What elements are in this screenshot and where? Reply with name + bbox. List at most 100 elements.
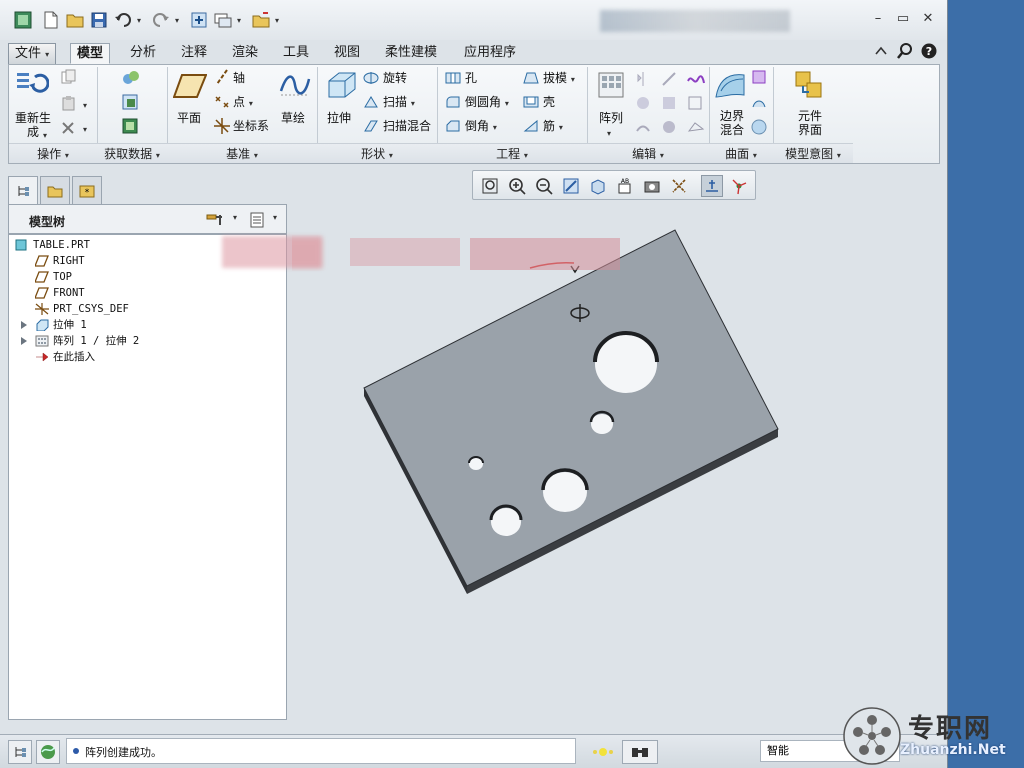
user-defined-feature-icon[interactable] — [121, 69, 141, 87]
show-browser-icon[interactable] — [36, 740, 60, 764]
extend-icon[interactable] — [661, 71, 677, 87]
axis-button[interactable]: 轴 — [233, 71, 245, 85]
regenerate-dropdown[interactable]: ▾ — [43, 127, 47, 143]
revolve-icon[interactable] — [363, 71, 379, 85]
windows-dropdown-icon[interactable]: ▾ — [234, 9, 244, 31]
tree-item-csys[interactable]: PRT_CSYS_DEF — [35, 301, 275, 317]
group-get-data[interactable]: 获取数据 ▾ — [97, 143, 167, 163]
tab-view[interactable]: 视图 — [328, 43, 366, 64]
show-options-dropdown[interactable]: ▾ — [273, 213, 277, 222]
group-shapes[interactable]: 形状 ▾ — [317, 143, 437, 163]
zoom-in-icon[interactable] — [506, 175, 528, 197]
delete-icon[interactable] — [61, 121, 75, 135]
saved-orientations-icon[interactable]: AB — [614, 175, 636, 197]
tab-flexible-modeling[interactable]: 柔性建模 — [379, 43, 443, 64]
csys-icon[interactable] — [213, 117, 231, 135]
group-model-intent[interactable]: 模型意图 ▾ — [773, 143, 853, 163]
pattern-dropdown[interactable]: ▾ — [607, 125, 611, 141]
point-icon[interactable] — [213, 93, 231, 111]
group-editing[interactable]: 编辑 ▾ — [587, 143, 709, 163]
shell-icon[interactable] — [523, 95, 539, 109]
tab-applications[interactable]: 应用程序 — [458, 43, 522, 64]
tree-item-extrude-1[interactable]: 拉伸 1 — [21, 317, 275, 333]
boundary-blend-button[interactable]: 边界 混合 — [715, 109, 749, 137]
group-operations[interactable]: 操作 ▾ — [9, 143, 97, 163]
refit-icon[interactable] — [479, 175, 501, 197]
pattern-icon[interactable] — [597, 71, 625, 99]
draft-button[interactable]: 拔模 ▾ — [543, 71, 575, 87]
chamfer-button[interactable]: 倒角 ▾ — [465, 119, 497, 135]
draft-icon[interactable] — [523, 71, 539, 85]
csys-button[interactable]: 坐标系 — [233, 119, 269, 133]
rib-icon[interactable] — [523, 119, 539, 133]
shrinkwrap-icon[interactable] — [121, 117, 141, 135]
tree-item-pattern-1[interactable]: 阵列 1 / 拉伸 2 — [21, 333, 275, 349]
extrude-button[interactable]: 拉伸 — [327, 111, 351, 125]
folder-browser-tab[interactable] — [40, 176, 70, 204]
datum-display-filters-icon[interactable] — [668, 175, 690, 197]
expand-arrow-icon[interactable] — [21, 321, 27, 329]
tab-render[interactable]: 渲染 — [226, 43, 264, 64]
redo-icon[interactable] — [150, 9, 172, 31]
open-file-icon[interactable] — [64, 9, 86, 31]
delete-dropdown[interactable]: ▾ — [83, 121, 87, 137]
fill-icon[interactable] — [751, 69, 767, 85]
regeneration-status-icon[interactable] — [590, 745, 616, 762]
tab-tools[interactable]: 工具 — [277, 43, 315, 64]
shell-button[interactable]: 壳 — [543, 95, 555, 109]
extrude-icon[interactable] — [325, 69, 359, 101]
new-file-icon[interactable] — [40, 9, 62, 31]
pattern-button[interactable]: 阵列 — [599, 111, 623, 125]
round-button[interactable]: 倒圆角 ▾ — [465, 95, 509, 111]
search-icon[interactable] — [896, 42, 914, 60]
thicken-icon[interactable] — [635, 119, 651, 135]
model-tree-tab[interactable] — [8, 176, 38, 204]
close-button[interactable]: ✕ — [918, 11, 938, 27]
style-icon[interactable] — [687, 71, 705, 87]
view-manager-icon[interactable] — [641, 175, 663, 197]
axis-icon[interactable] — [215, 69, 229, 85]
trim-icon[interactable] — [635, 95, 651, 111]
find-icon[interactable] — [622, 740, 658, 764]
mirror-icon[interactable] — [635, 71, 651, 87]
expand-arrow-icon[interactable] — [21, 337, 27, 345]
repaint-icon[interactable] — [560, 175, 582, 197]
customize-toolbar-icon[interactable]: ▾ — [272, 9, 282, 31]
hole-icon[interactable] — [445, 71, 461, 85]
chamfer-icon[interactable] — [445, 119, 461, 133]
copy-geometry-icon[interactable] — [121, 93, 141, 111]
maximize-button[interactable]: ▭ — [893, 11, 913, 27]
boundary-blend-icon[interactable] — [713, 69, 747, 103]
favorites-tab[interactable]: * — [72, 176, 102, 204]
show-navigator-icon[interactable] — [8, 740, 32, 764]
swept-blend-button[interactable]: 扫描混合 — [383, 119, 431, 133]
collapse-ribbon-icon[interactable] — [872, 42, 890, 60]
tree-settings-dropdown[interactable]: ▾ — [233, 213, 237, 222]
round-icon[interactable] — [445, 95, 461, 109]
tab-model[interactable]: 模型 — [70, 43, 111, 64]
paste-icon[interactable] — [61, 95, 77, 111]
sketch-icon[interactable] — [279, 71, 311, 99]
group-datum[interactable]: 基准 ▾ — [167, 143, 317, 163]
spin-center-icon[interactable] — [728, 175, 750, 197]
close-window-icon[interactable] — [250, 9, 272, 31]
point-button[interactable]: 点 ▾ — [233, 95, 253, 111]
sphere-icon[interactable] — [751, 119, 767, 135]
display-style-icon[interactable] — [587, 175, 609, 197]
tree-item-top[interactable]: TOP — [35, 269, 275, 285]
tree-settings-icon[interactable] — [205, 211, 225, 232]
minimize-button[interactable]: – — [868, 11, 888, 27]
paste-dropdown[interactable]: ▾ — [83, 97, 87, 113]
hole-button[interactable]: 孔 — [465, 71, 477, 85]
tab-analysis[interactable]: 分析 — [124, 43, 162, 64]
revolve-button[interactable]: 旋转 — [383, 71, 407, 85]
save-icon[interactable] — [88, 9, 110, 31]
plane-icon[interactable] — [173, 73, 207, 99]
copy-icon[interactable] — [61, 69, 77, 85]
regenerate-icon[interactable] — [15, 69, 49, 103]
tree-item-front[interactable]: FRONT — [35, 285, 275, 301]
tab-file[interactable]: 文件 ▾ — [8, 43, 57, 64]
solidify-icon[interactable] — [661, 119, 677, 135]
merge-icon[interactable] — [661, 95, 677, 111]
sweep-icon[interactable] — [363, 95, 379, 109]
